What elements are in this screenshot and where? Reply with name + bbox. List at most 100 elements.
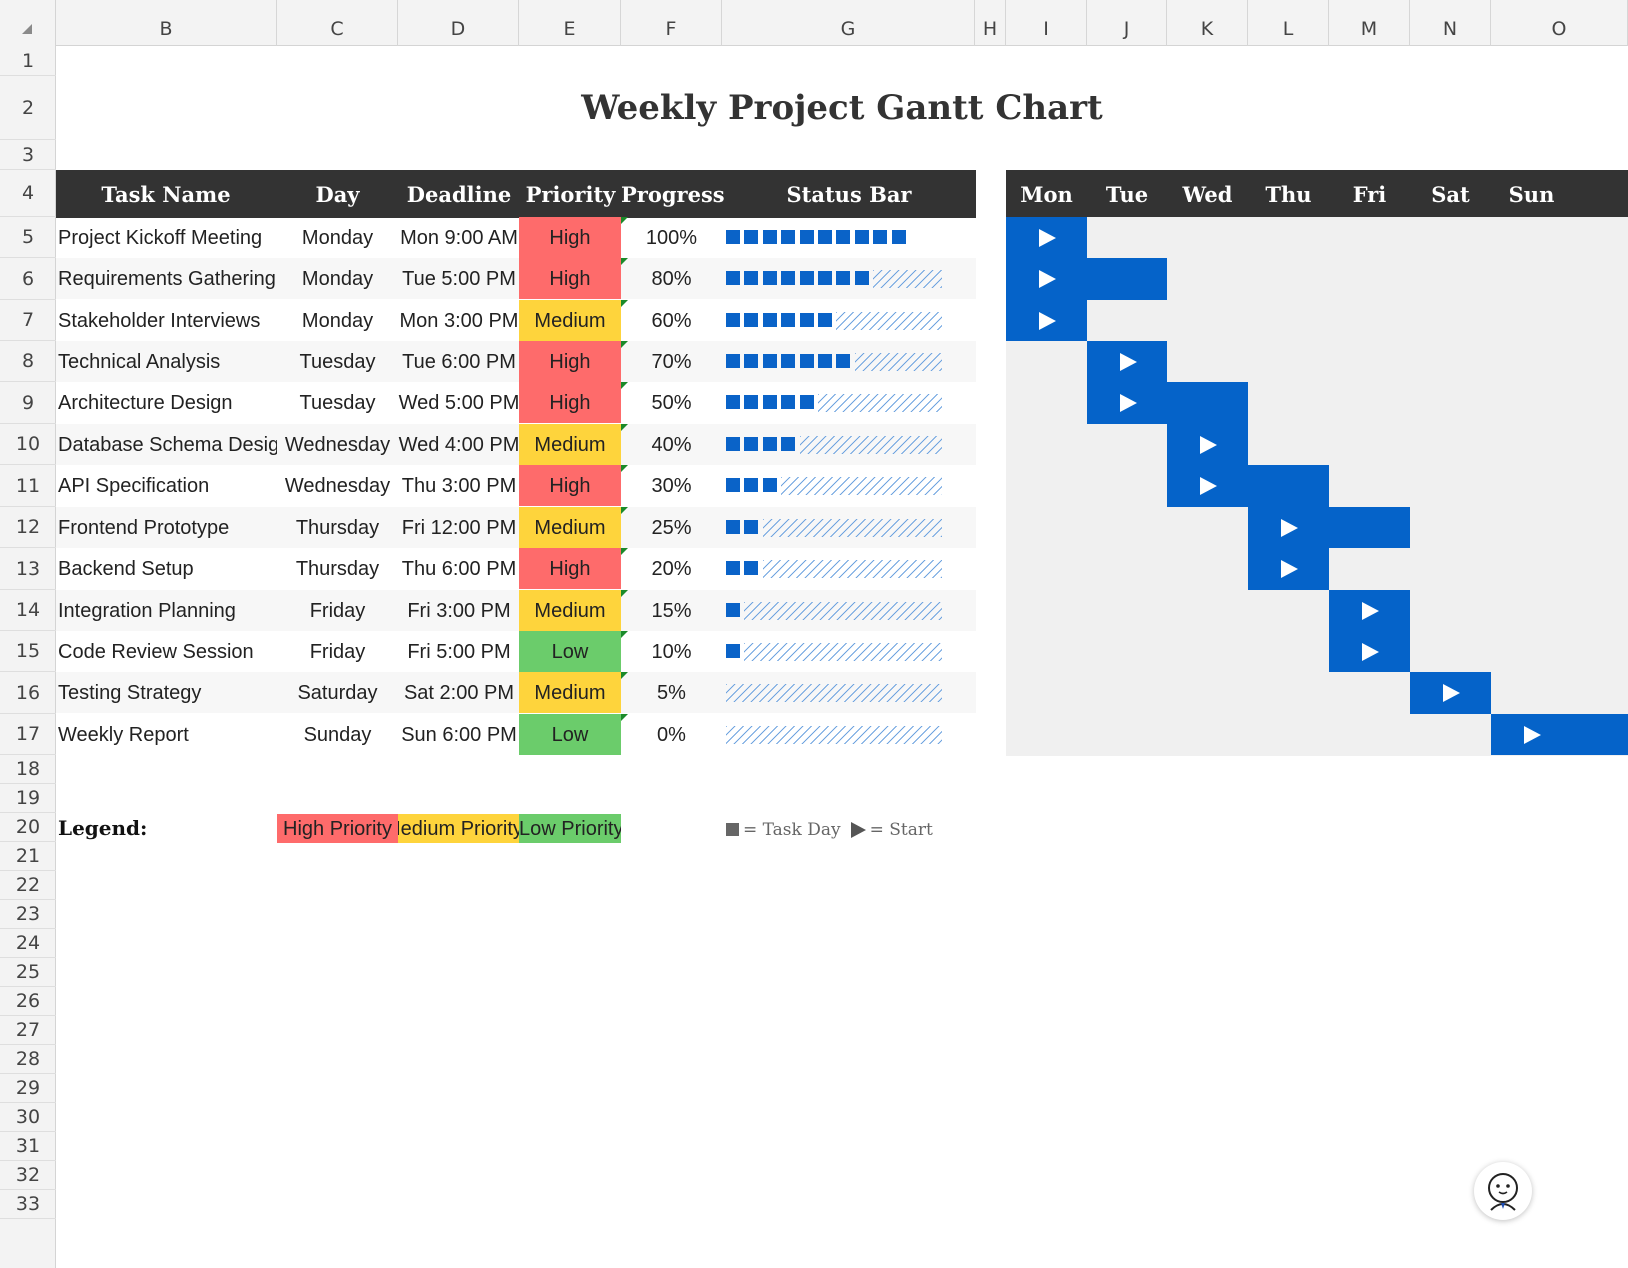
cell-name[interactable]: Testing Strategy bbox=[56, 672, 277, 713]
cell-day[interactable]: Monday bbox=[277, 217, 398, 258]
gantt-task-bar[interactable] bbox=[1248, 548, 1329, 590]
row-header-13[interactable]: 13 bbox=[0, 548, 56, 590]
number-stored-as-text-indicator[interactable] bbox=[621, 258, 628, 265]
cell-name[interactable]: Stakeholder Interviews bbox=[56, 300, 277, 341]
cell-deadline[interactable]: Tue 5:00 PM bbox=[398, 258, 520, 299]
cell-day[interactable]: Friday bbox=[277, 590, 398, 631]
cell-name[interactable]: Project Kickoff Meeting bbox=[56, 217, 277, 258]
cell-name[interactable]: Code Review Session bbox=[56, 631, 277, 672]
row-header-6[interactable]: 6 bbox=[0, 258, 56, 300]
row-header-24[interactable]: 24 bbox=[0, 929, 56, 958]
row-header-4[interactable]: 4 bbox=[0, 170, 56, 217]
cell-priority[interactable]: Medium bbox=[519, 507, 621, 548]
gantt-task-bar[interactable] bbox=[1410, 672, 1491, 714]
row-header-16[interactable]: 16 bbox=[0, 672, 56, 714]
gantt-task-bar[interactable] bbox=[1087, 341, 1167, 382]
column-header-c[interactable]: C bbox=[277, 0, 398, 46]
row-header-33[interactable]: 33 bbox=[0, 1190, 56, 1219]
column-header-d[interactable]: D bbox=[398, 0, 519, 46]
gantt-task-bar[interactable] bbox=[1248, 507, 1410, 548]
row-header-21[interactable]: 21 bbox=[0, 842, 56, 871]
row-header-29[interactable]: 29 bbox=[0, 1074, 56, 1103]
cell-deadline[interactable]: Fri 12:00 PM bbox=[398, 507, 520, 548]
cell-priority[interactable]: Medium bbox=[519, 590, 621, 631]
cell-name[interactable]: Architecture Design bbox=[56, 382, 277, 423]
row-header-22[interactable]: 22 bbox=[0, 871, 56, 900]
cell-progress[interactable]: 60% bbox=[621, 300, 722, 341]
cell-priority[interactable]: High bbox=[519, 548, 621, 589]
cell-progress[interactable]: 40% bbox=[621, 424, 722, 465]
cell-day[interactable]: Tuesday bbox=[277, 341, 398, 382]
cell-name[interactable]: Integration Planning bbox=[56, 590, 277, 631]
number-stored-as-text-indicator[interactable] bbox=[621, 672, 628, 679]
cell-priority[interactable]: Medium bbox=[519, 424, 621, 465]
gantt-task-bar[interactable] bbox=[1006, 217, 1087, 258]
row-header-25[interactable]: 25 bbox=[0, 958, 56, 987]
number-stored-as-text-indicator[interactable] bbox=[621, 465, 628, 472]
number-stored-as-text-indicator[interactable] bbox=[621, 217, 628, 224]
gantt-task-bar[interactable] bbox=[1329, 631, 1410, 672]
row-header-23[interactable]: 23 bbox=[0, 900, 56, 929]
number-stored-as-text-indicator[interactable] bbox=[621, 631, 628, 638]
cell-day[interactable]: Wednesday bbox=[277, 424, 398, 465]
gantt-task-bar[interactable] bbox=[1087, 382, 1248, 424]
cell-day[interactable]: Monday bbox=[277, 300, 398, 341]
cell-day[interactable]: Tuesday bbox=[277, 382, 398, 423]
column-header-k[interactable]: K bbox=[1167, 0, 1248, 46]
number-stored-as-text-indicator[interactable] bbox=[621, 548, 628, 555]
number-stored-as-text-indicator[interactable] bbox=[621, 424, 628, 431]
number-stored-as-text-indicator[interactable] bbox=[621, 341, 628, 348]
cell-deadline[interactable]: Fri 3:00 PM bbox=[398, 590, 520, 631]
row-header-7[interactable]: 7 bbox=[0, 300, 56, 341]
row-header-15[interactable]: 15 bbox=[0, 631, 56, 672]
gantt-task-bar[interactable] bbox=[1491, 714, 1628, 755]
cell-day[interactable]: Saturday bbox=[277, 672, 398, 713]
cell-deadline[interactable]: Sat 2:00 PM bbox=[398, 672, 520, 713]
gantt-task-bar[interactable] bbox=[1167, 465, 1329, 507]
cell-progress[interactable]: 25% bbox=[621, 507, 722, 548]
row-header-9[interactable]: 9 bbox=[0, 382, 56, 424]
number-stored-as-text-indicator[interactable] bbox=[621, 507, 628, 514]
cell-deadline[interactable]: Wed 4:00 PM bbox=[398, 424, 520, 465]
row-header-20[interactable]: 20 bbox=[0, 813, 56, 842]
column-header-b[interactable]: B bbox=[56, 0, 277, 46]
cell-priority[interactable]: Medium bbox=[519, 300, 621, 341]
cell-name[interactable]: Technical Analysis bbox=[56, 341, 277, 382]
column-header-j[interactable]: J bbox=[1087, 0, 1167, 46]
cell-day[interactable]: Thursday bbox=[277, 548, 398, 589]
row-header-27[interactable]: 27 bbox=[0, 1016, 56, 1045]
cell-priority[interactable]: High bbox=[519, 465, 621, 506]
cell-name[interactable]: Database Schema Design bbox=[56, 424, 277, 465]
select-all-corner[interactable] bbox=[0, 0, 56, 46]
cell-name[interactable]: Weekly Report bbox=[56, 714, 277, 755]
cell-deadline[interactable]: Thu 6:00 PM bbox=[398, 548, 520, 589]
cell-deadline[interactable]: Sun 6:00 PM bbox=[398, 714, 520, 755]
cell-progress[interactable]: 80% bbox=[621, 258, 722, 299]
row-header-30[interactable]: 30 bbox=[0, 1103, 56, 1132]
cell-progress[interactable]: 50% bbox=[621, 382, 722, 423]
column-header-m[interactable]: M bbox=[1329, 0, 1410, 46]
column-header-f[interactable]: F bbox=[621, 0, 722, 46]
row-header-28[interactable]: 28 bbox=[0, 1045, 56, 1074]
cell-day[interactable]: Sunday bbox=[277, 714, 398, 755]
cell-priority[interactable]: High bbox=[519, 341, 621, 382]
row-header-14[interactable]: 14 bbox=[0, 590, 56, 631]
cell-progress[interactable]: 0% bbox=[621, 714, 722, 755]
cell-priority[interactable]: Medium bbox=[519, 672, 621, 713]
cell-day[interactable]: Wednesday bbox=[277, 465, 398, 506]
number-stored-as-text-indicator[interactable] bbox=[621, 382, 628, 389]
cell-progress[interactable]: 5% bbox=[621, 672, 722, 713]
cell-day[interactable]: Thursday bbox=[277, 507, 398, 548]
gantt-task-bar[interactable] bbox=[1329, 590, 1410, 631]
cell-deadline[interactable]: Mon 3:00 PM bbox=[398, 300, 520, 341]
row-header-31[interactable]: 31 bbox=[0, 1132, 56, 1161]
gantt-task-bar[interactable] bbox=[1006, 300, 1087, 341]
cell-priority[interactable]: High bbox=[519, 258, 621, 299]
row-header-12[interactable]: 12 bbox=[0, 507, 56, 548]
gantt-task-bar[interactable] bbox=[1167, 424, 1248, 465]
cell-day[interactable]: Monday bbox=[277, 258, 398, 299]
column-header-n[interactable]: N bbox=[1410, 0, 1491, 46]
number-stored-as-text-indicator[interactable] bbox=[621, 300, 628, 307]
column-header-e[interactable]: E bbox=[519, 0, 621, 46]
cell-deadline[interactable]: Tue 6:00 PM bbox=[398, 341, 520, 382]
